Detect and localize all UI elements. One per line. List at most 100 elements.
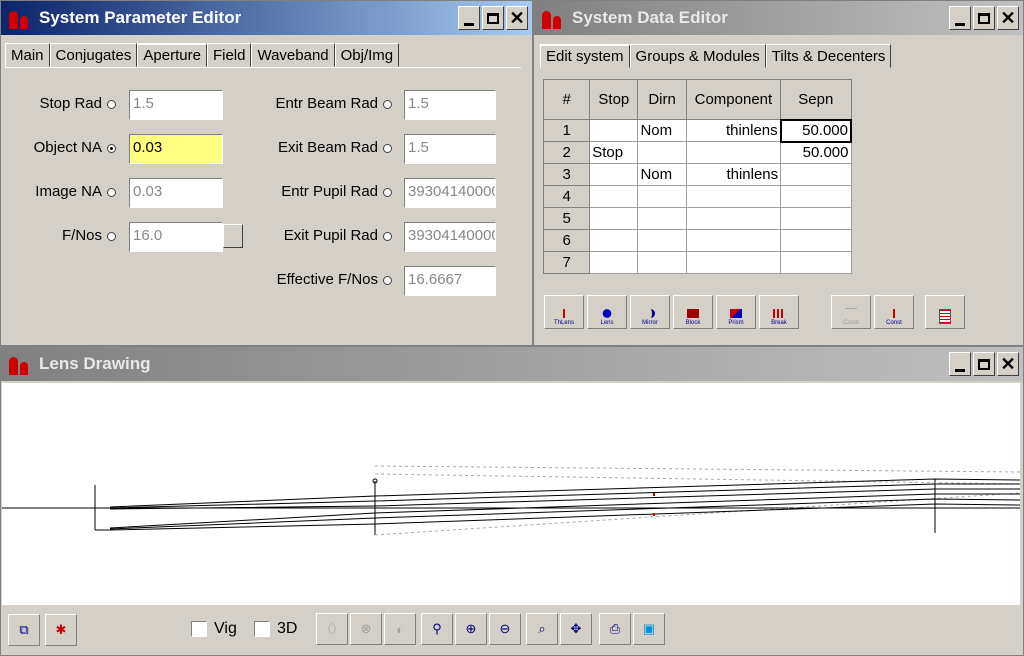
component-cell[interactable]: thinlens <box>685 163 782 186</box>
row-number[interactable]: 4 <box>542 185 591 208</box>
f-nos-button[interactable] <box>223 224 243 248</box>
column-header-num[interactable]: # <box>542 79 591 120</box>
dirn-cell[interactable] <box>637 185 687 208</box>
object-na-radio[interactable] <box>107 144 116 153</box>
pan-button[interactable]: ✥ <box>560 613 592 645</box>
sepn-cell[interactable]: 50.000 <box>779 118 853 143</box>
tab-edit-system[interactable]: Edit system <box>540 44 630 68</box>
zoom-in-button[interactable]: ⊕ <box>455 613 487 645</box>
tab-main[interactable]: Main <box>5 43 50 67</box>
rotate-y-button[interactable]: ⊗ <box>350 613 382 645</box>
table-row[interactable]: 2 Stop 50.000 <box>542 141 852 164</box>
exit-beam-rad-radio[interactable] <box>383 144 392 153</box>
exit-pupil-rad-field[interactable]: 39304140000 <box>404 222 496 252</box>
sepn-cell[interactable] <box>780 207 852 230</box>
zoom-out-button[interactable]: ⊖ <box>489 613 521 645</box>
f-nos-radio[interactable] <box>107 232 116 241</box>
minimize-button[interactable] <box>458 6 480 30</box>
dirn-cell[interactable] <box>637 207 687 230</box>
maximize-button[interactable] <box>973 352 995 376</box>
stop-cell[interactable] <box>589 229 639 252</box>
minimize-button[interactable] <box>949 6 971 30</box>
tab-waveband[interactable]: Waveband <box>251 43 335 67</box>
table-row[interactable]: 4 <box>542 185 852 208</box>
dirn-cell[interactable]: Nom <box>637 163 687 186</box>
tab-groups-modules[interactable]: Groups & Modules <box>629 44 766 68</box>
close-button[interactable]: ✕ <box>997 6 1019 30</box>
column-header-sepn[interactable]: Sepn <box>780 79 852 120</box>
3d-checkbox[interactable] <box>254 621 270 637</box>
column-header-stop[interactable]: Stop <box>589 79 639 120</box>
zoom-fit-button[interactable]: ⌕ <box>526 613 558 645</box>
stop-rad-radio[interactable] <box>107 100 116 109</box>
rotate-x-button[interactable]: ⬯ <box>316 613 348 645</box>
tab-aperture[interactable]: Aperture <box>137 43 207 67</box>
table-row[interactable]: 5 <box>542 207 852 230</box>
close-button[interactable]: ✕ <box>997 352 1019 376</box>
entr-beam-rad-field[interactable]: 1.5 <box>404 90 496 120</box>
component-cell[interactable] <box>685 251 782 274</box>
component-cell[interactable] <box>685 229 782 252</box>
block-button[interactable]: Block <box>673 295 713 329</box>
stop-rad-field[interactable]: 1.5 <box>129 90 223 120</box>
table-row[interactable]: 7 <box>542 251 852 274</box>
thin-lens-button[interactable]: ThLens <box>544 295 584 329</box>
break-button[interactable]: Break <box>759 295 799 329</box>
entr-pupil-rad-field[interactable]: 39304140000 <box>404 178 496 208</box>
data-editor-titlebar[interactable]: System Data Editor ✕ <box>534 1 1023 35</box>
object-na-field[interactable]: 0.03 <box>129 134 223 164</box>
dirn-cell[interactable]: Nom <box>637 119 687 142</box>
table-row[interactable]: 1 Nom thinlens 50.000 <box>542 118 853 143</box>
row-number[interactable]: 3 <box>542 163 591 186</box>
sepn-cell[interactable] <box>780 229 852 252</box>
tab-tilts-decenters[interactable]: Tilts & Decenters <box>765 44 892 68</box>
linos-const-button[interactable]: Const <box>831 295 871 329</box>
component-cell[interactable] <box>685 185 782 208</box>
mirror-button[interactable]: Mirror <box>630 295 670 329</box>
print-button[interactable]: ⎙ <box>599 613 631 645</box>
stop-cell[interactable] <box>589 163 639 186</box>
table-row[interactable]: 3 Nom thinlens <box>542 163 852 186</box>
dirn-cell[interactable] <box>637 251 687 274</box>
ray-button[interactable]: ✱ <box>45 614 77 646</box>
sepn-cell[interactable] <box>780 251 852 274</box>
sepn-cell[interactable] <box>780 163 852 186</box>
effective-f-nos-radio[interactable] <box>383 276 392 285</box>
minimize-button[interactable] <box>949 352 971 376</box>
entr-beam-rad-radio[interactable] <box>383 100 392 109</box>
dirn-cell[interactable] <box>637 141 687 164</box>
row-number[interactable]: 6 <box>542 229 591 252</box>
export-button[interactable]: ▣ <box>633 613 665 645</box>
select-button[interactable]: ⧉ <box>8 614 40 646</box>
report-button[interactable] <box>925 295 965 329</box>
sepn-cell[interactable] <box>780 185 852 208</box>
component-cell[interactable] <box>685 141 782 164</box>
sepn-cell[interactable]: 50.000 <box>780 141 852 164</box>
tab-conjugates[interactable]: Conjugates <box>49 43 138 67</box>
prism-button[interactable]: Prism <box>716 295 756 329</box>
maximize-button[interactable] <box>973 6 995 30</box>
row-number[interactable]: 7 <box>542 251 591 274</box>
effective-f-nos-field[interactable]: 16.6667 <box>404 266 496 296</box>
column-header-component[interactable]: Component <box>685 79 782 120</box>
stop-cell[interactable] <box>589 185 639 208</box>
stop-cell[interactable] <box>589 119 639 142</box>
exit-pupil-rad-radio[interactable] <box>383 232 392 241</box>
maximize-button[interactable] <box>482 6 504 30</box>
close-button[interactable]: ✕ <box>506 6 528 30</box>
zoom-button[interactable]: ⚲ <box>421 613 453 645</box>
image-na-radio[interactable] <box>107 188 116 197</box>
vig-checkbox[interactable] <box>191 621 207 637</box>
image-na-field[interactable]: 0.03 <box>129 178 223 208</box>
dirn-cell[interactable] <box>637 229 687 252</box>
tab-obj-img[interactable]: Obj/Img <box>334 43 400 67</box>
tab-field[interactable]: Field <box>206 43 252 67</box>
lens-drawing-titlebar[interactable]: Lens Drawing ✕ <box>1 347 1023 381</box>
row-number[interactable]: 5 <box>542 207 591 230</box>
lens-button[interactable]: Lens <box>587 295 627 329</box>
stop-cell[interactable] <box>589 207 639 230</box>
entr-pupil-rad-radio[interactable] <box>383 188 392 197</box>
row-number[interactable]: 2 <box>542 141 591 164</box>
table-row[interactable]: 6 <box>542 229 852 252</box>
lens-drawing-canvas[interactable] <box>2 383 1021 605</box>
